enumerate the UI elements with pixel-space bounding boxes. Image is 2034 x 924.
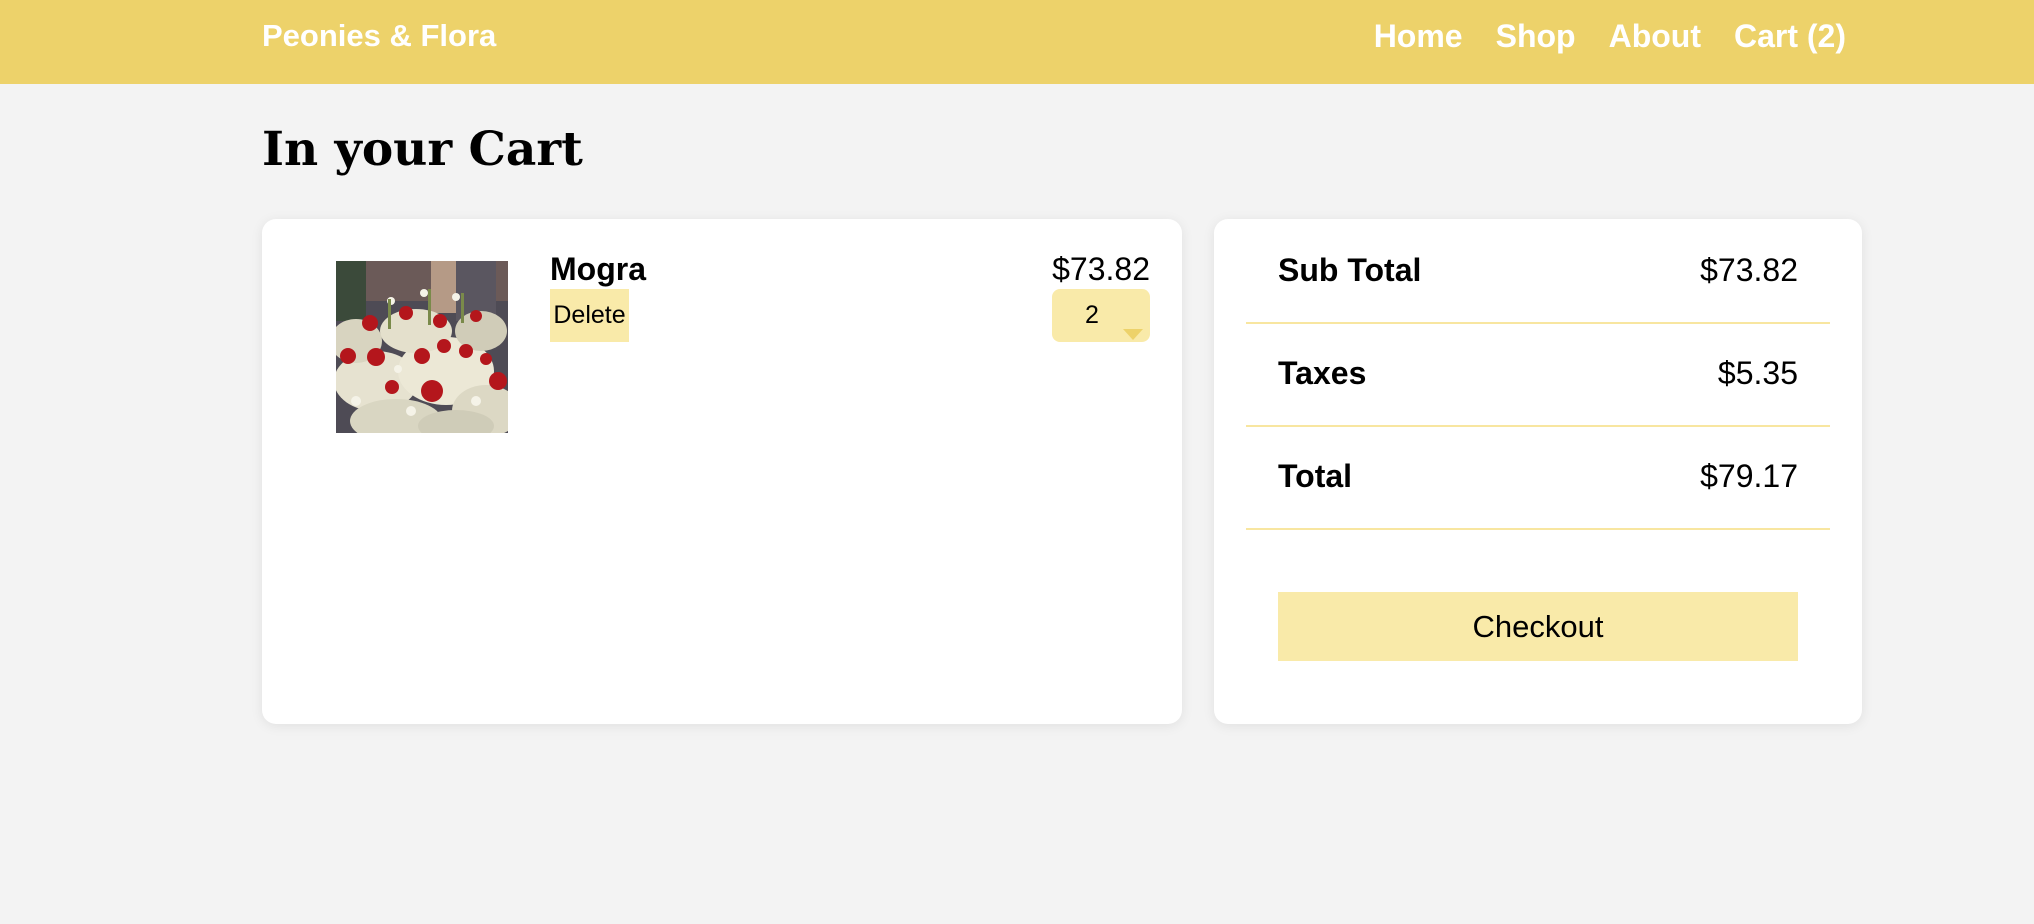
nav-home[interactable]: Home: [1374, 18, 1463, 55]
item-name: Mogra: [550, 251, 646, 287]
total-label: Total: [1278, 458, 1353, 494]
subtotal-value: $73.82: [1700, 252, 1798, 288]
subtotal-label: Sub Total: [1278, 252, 1422, 288]
chevron-down-icon: [1123, 329, 1143, 340]
page-title: In your Cart: [262, 122, 583, 177]
quantity-value: 2: [1085, 301, 1099, 329]
taxes-label: Taxes: [1278, 355, 1367, 391]
taxes-value: $5.35: [1717, 355, 1798, 391]
summary-row-subtotal: Sub Total $73.82: [1246, 219, 1830, 324]
quantity-select[interactable]: 2: [1052, 289, 1150, 342]
item-price: $73.82: [1052, 251, 1150, 287]
nav-shop[interactable]: Shop: [1496, 18, 1576, 55]
total-value: $79.17: [1700, 458, 1798, 494]
product-image: [336, 261, 508, 433]
top-navbar: Peonies & Flora Home Shop About Cart (2): [0, 0, 2034, 84]
flower-arrangement-photo: [336, 261, 508, 433]
nav-links: Home Shop About Cart (2): [1374, 0, 1846, 72]
checkout-button[interactable]: Checkout: [1278, 592, 1798, 661]
cart-items-panel: Mogra Delete $73.82 2: [262, 219, 1182, 724]
order-summary-panel: Sub Total $73.82 Taxes $5.35 Total $79.1…: [1214, 219, 1862, 724]
nav-about[interactable]: About: [1609, 18, 1701, 55]
nav-cart[interactable]: Cart (2): [1734, 18, 1846, 55]
brand-logo[interactable]: Peonies & Flora: [262, 0, 496, 72]
delete-button[interactable]: Delete: [550, 289, 629, 342]
summary-row-total: Total $79.17: [1246, 425, 1830, 530]
summary-row-taxes: Taxes $5.35: [1246, 322, 1830, 427]
